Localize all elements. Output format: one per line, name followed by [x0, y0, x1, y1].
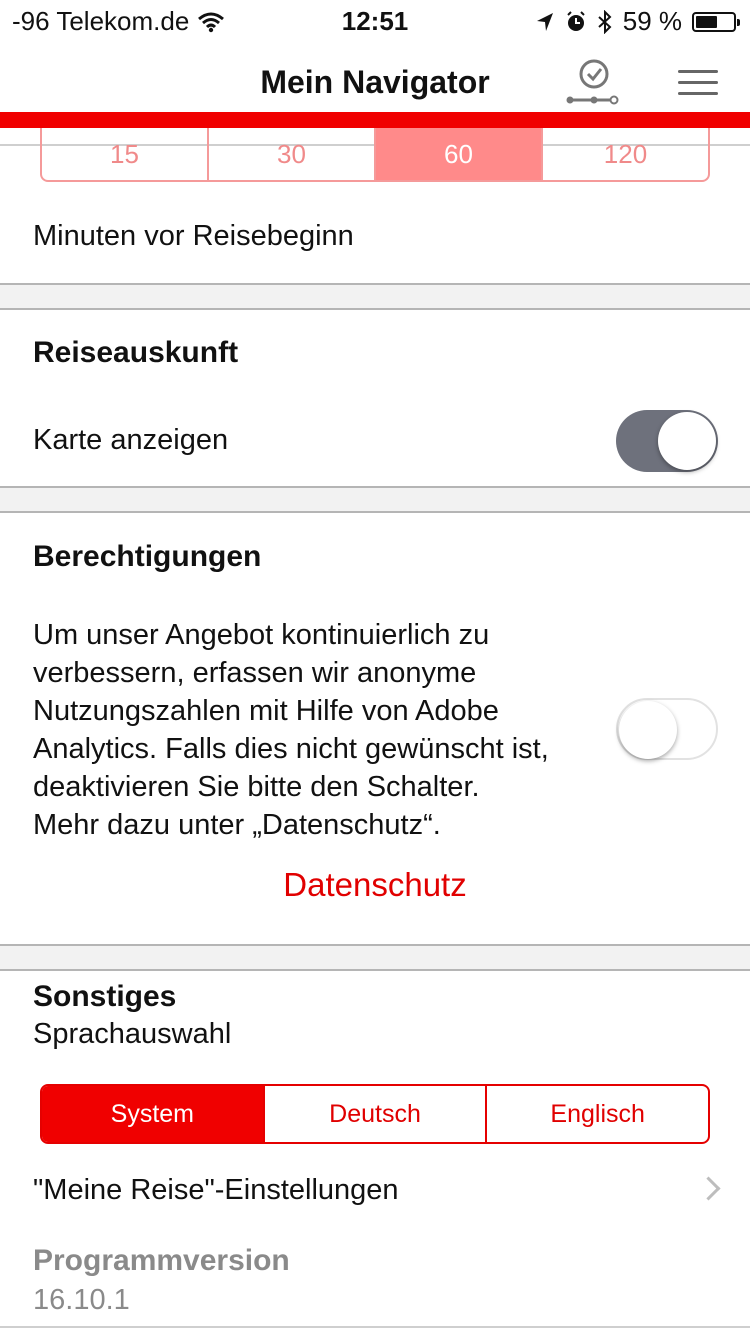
status-bar: -96 Telekom.de 12:51 59 %	[0, 0, 750, 40]
misc-heading: Sonstiges	[33, 980, 177, 1013]
version-value: 16.10.1	[33, 1284, 130, 1316]
privacy-link[interactable]: Datenschutz	[0, 866, 750, 904]
show-map-label: Karte anzeigen	[33, 424, 229, 456]
minutes-option-30[interactable]: 30	[209, 128, 376, 180]
divider	[0, 1326, 750, 1328]
journey-check-icon[interactable]	[564, 58, 620, 106]
version-label: Programmversion	[33, 1244, 290, 1277]
permissions-heading: Berechtigungen	[33, 540, 262, 573]
reminder-minutes-selector: 15 30 60 120	[40, 128, 710, 182]
minutes-option-120[interactable]: 120	[543, 128, 708, 180]
description-line: Um unser Angebot kontinuierlich zu	[33, 619, 490, 651]
language-option-german[interactable]: Deutsch	[265, 1086, 488, 1142]
minutes-option-15[interactable]: 15	[42, 128, 209, 180]
description-line: Nutzungszahlen mit Hilfe von Adobe	[33, 695, 499, 727]
travel-info-heading: Reiseauskunft	[33, 336, 239, 369]
language-option-english[interactable]: Englisch	[487, 1086, 708, 1142]
language-label: Sprachauswahl	[33, 1018, 232, 1050]
description-line: Mehr dazu unter „Datenschutz“.	[33, 809, 441, 841]
location-arrow-icon	[536, 12, 553, 31]
show-map-toggle[interactable]	[616, 410, 718, 472]
bluetooth-icon	[598, 9, 612, 34]
my-trip-settings-row[interactable]: "Meine Reise"-Einstellungen	[33, 1174, 713, 1207]
section-separator	[0, 283, 750, 310]
battery-icon	[692, 11, 740, 32]
analytics-toggle[interactable]	[616, 698, 718, 760]
battery-percent: 59 %	[622, 6, 682, 36]
status-right: 59 %	[535, 6, 740, 37]
navigation-bar: Mein Navigator	[0, 40, 750, 112]
description-line: deaktivieren Sie bitte den Schalter.	[33, 771, 480, 803]
page-title: Mein Navigator	[260, 64, 490, 100]
section-separator	[0, 944, 750, 971]
description-line: Analytics. Falls dies nicht gewünscht is…	[33, 733, 549, 765]
alarm-clock-icon	[567, 10, 585, 31]
description-line: verbessern, erfassen wir anonyme	[33, 657, 477, 689]
section-separator	[0, 486, 750, 513]
header-accent-bar	[0, 112, 750, 128]
hamburger-menu-icon[interactable]	[678, 70, 718, 96]
minutes-label: Minuten vor Reisebeginn	[33, 220, 354, 252]
minutes-option-60[interactable]: 60	[376, 128, 543, 180]
language-option-system[interactable]: System	[42, 1086, 265, 1142]
language-selector: System Deutsch Englisch	[40, 1084, 710, 1144]
analytics-description: Um unser Angebot kontinuierlich zu verbe…	[33, 616, 623, 844]
